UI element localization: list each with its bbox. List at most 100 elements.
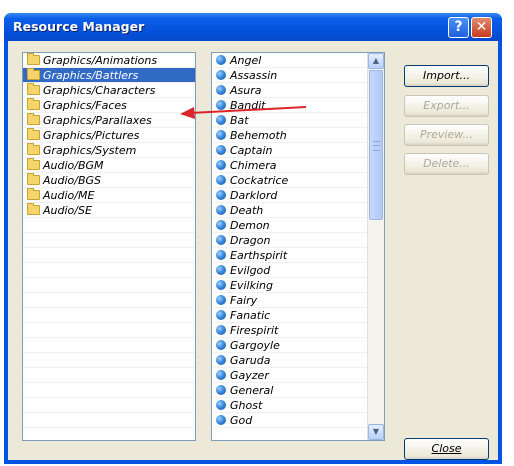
file-item[interactable]: Behemoth [212, 128, 384, 143]
empty-row [23, 248, 195, 263]
folder-label: Graphics/System [43, 144, 137, 157]
close-button[interactable]: Close [404, 438, 489, 460]
file-item[interactable]: General [212, 383, 384, 398]
file-item[interactable]: Earthspirit [212, 248, 384, 263]
empty-row [23, 383, 195, 398]
resource-manager-window: Resource Manager ? ✕ Graphics/Animations… [4, 13, 502, 464]
folder-label: Graphics/Characters [43, 84, 156, 97]
file-label: Gayzer [230, 369, 269, 382]
file-item[interactable]: Dragon [212, 233, 384, 248]
file-item[interactable]: Evilgod [212, 263, 384, 278]
file-item[interactable]: Assassin [212, 68, 384, 83]
file-label: Earthspirit [230, 249, 288, 262]
file-label: Firespirit [230, 324, 279, 337]
grip-icon [373, 141, 380, 151]
scroll-up-button[interactable]: ▲ [368, 53, 384, 69]
file-item[interactable]: Gargoyle [212, 338, 384, 353]
folder-list[interactable]: Graphics/Animations Graphics/Battlers Grap… [22, 52, 196, 441]
folder-icon [27, 113, 40, 125]
resource-ball-icon [216, 385, 226, 395]
folder-icon [27, 173, 40, 185]
folder-item[interactable]: Graphics/Animations [23, 53, 195, 68]
file-label: God [230, 414, 253, 427]
file-label: Gargoyle [230, 339, 280, 352]
file-item[interactable]: Gayzer [212, 368, 384, 383]
folder-icon [27, 143, 40, 155]
folder-item[interactable]: Graphics/Characters [23, 83, 195, 98]
resource-ball-icon [216, 145, 226, 155]
empty-row [23, 218, 195, 233]
folder-icon [27, 53, 40, 65]
file-label: Evilking [230, 279, 273, 292]
folder-item[interactable]: Audio/ME [23, 188, 195, 203]
folder-label: Graphics/Pictures [43, 129, 140, 142]
resource-ball-icon [216, 190, 226, 200]
file-item[interactable]: Demon [212, 218, 384, 233]
resource-ball-icon [216, 265, 226, 275]
help-button[interactable]: ? [448, 17, 469, 38]
resource-ball-icon [216, 70, 226, 80]
folder-icon [27, 68, 40, 80]
folder-item[interactable]: Audio/SE [23, 203, 195, 218]
empty-row [23, 278, 195, 293]
empty-row [23, 428, 195, 440]
scroll-thumb[interactable] [369, 70, 383, 220]
file-list-scrollbar[interactable]: ▲ ▼ [367, 53, 384, 440]
close-window-button[interactable]: ✕ [471, 17, 492, 38]
file-item[interactable]: Death [212, 203, 384, 218]
file-item[interactable]: Cockatrice [212, 173, 384, 188]
preview-button[interactable]: Preview... [404, 124, 489, 146]
resource-ball-icon [216, 85, 226, 95]
file-label: Chimera [230, 159, 277, 172]
file-label: Ghost [230, 399, 263, 412]
resource-ball-icon [216, 340, 226, 350]
folder-item[interactable]: Graphics/Faces [23, 98, 195, 113]
folder-item[interactable]: Graphics/Parallaxes [23, 113, 195, 128]
folder-item[interactable]: Audio/BGS [23, 173, 195, 188]
file-label: Darklord [230, 189, 278, 202]
file-label: Captain [230, 144, 273, 157]
empty-row [23, 413, 195, 428]
file-item[interactable]: Angel [212, 53, 384, 68]
resource-ball-icon [216, 325, 226, 335]
file-item[interactable]: Chimera [212, 158, 384, 173]
resource-ball-icon [216, 175, 226, 185]
folder-icon [27, 98, 40, 110]
file-item[interactable]: Evilking [212, 278, 384, 293]
file-label: Death [230, 204, 264, 217]
file-item[interactable]: Fanatic [212, 308, 384, 323]
file-label: Fanatic [230, 309, 271, 322]
file-item[interactable]: Firespirit [212, 323, 384, 338]
file-item[interactable]: Darklord [212, 188, 384, 203]
file-item[interactable]: Fairy [212, 293, 384, 308]
file-label: Angel [230, 54, 262, 67]
empty-row [23, 338, 195, 353]
delete-button[interactable]: Delete... [404, 153, 489, 175]
file-item[interactable]: Ghost [212, 398, 384, 413]
folder-item[interactable]: Graphics/Pictures [23, 128, 195, 143]
empty-row [23, 323, 195, 338]
resource-ball-icon [216, 55, 226, 65]
file-label: Dragon [230, 234, 271, 247]
empty-row [23, 398, 195, 413]
file-item[interactable]: God [212, 413, 384, 428]
dialog-body: Graphics/Animations Graphics/Battlers Grap… [8, 41, 498, 460]
file-item[interactable]: Garuda [212, 353, 384, 368]
folder-item[interactable]: Graphics/Battlers [23, 68, 195, 83]
resource-ball-icon [216, 160, 226, 170]
title-bar[interactable]: Resource Manager ? ✕ [4, 13, 502, 41]
file-label: Demon [230, 219, 270, 232]
export-button[interactable]: Export... [404, 95, 489, 117]
folder-icon [27, 83, 40, 95]
file-item[interactable]: Asura [212, 83, 384, 98]
folder-icon [27, 128, 40, 140]
folder-item[interactable]: Audio/BGM [23, 158, 195, 173]
resource-ball-icon [216, 310, 226, 320]
file-label: Asura [230, 84, 262, 97]
folder-item[interactable]: Graphics/System [23, 143, 195, 158]
folder-label: Audio/BGS [43, 174, 102, 187]
file-item[interactable]: Captain [212, 143, 384, 158]
empty-row [23, 233, 195, 248]
import-button[interactable]: Import... [404, 65, 489, 87]
scroll-down-button[interactable]: ▼ [368, 424, 384, 440]
